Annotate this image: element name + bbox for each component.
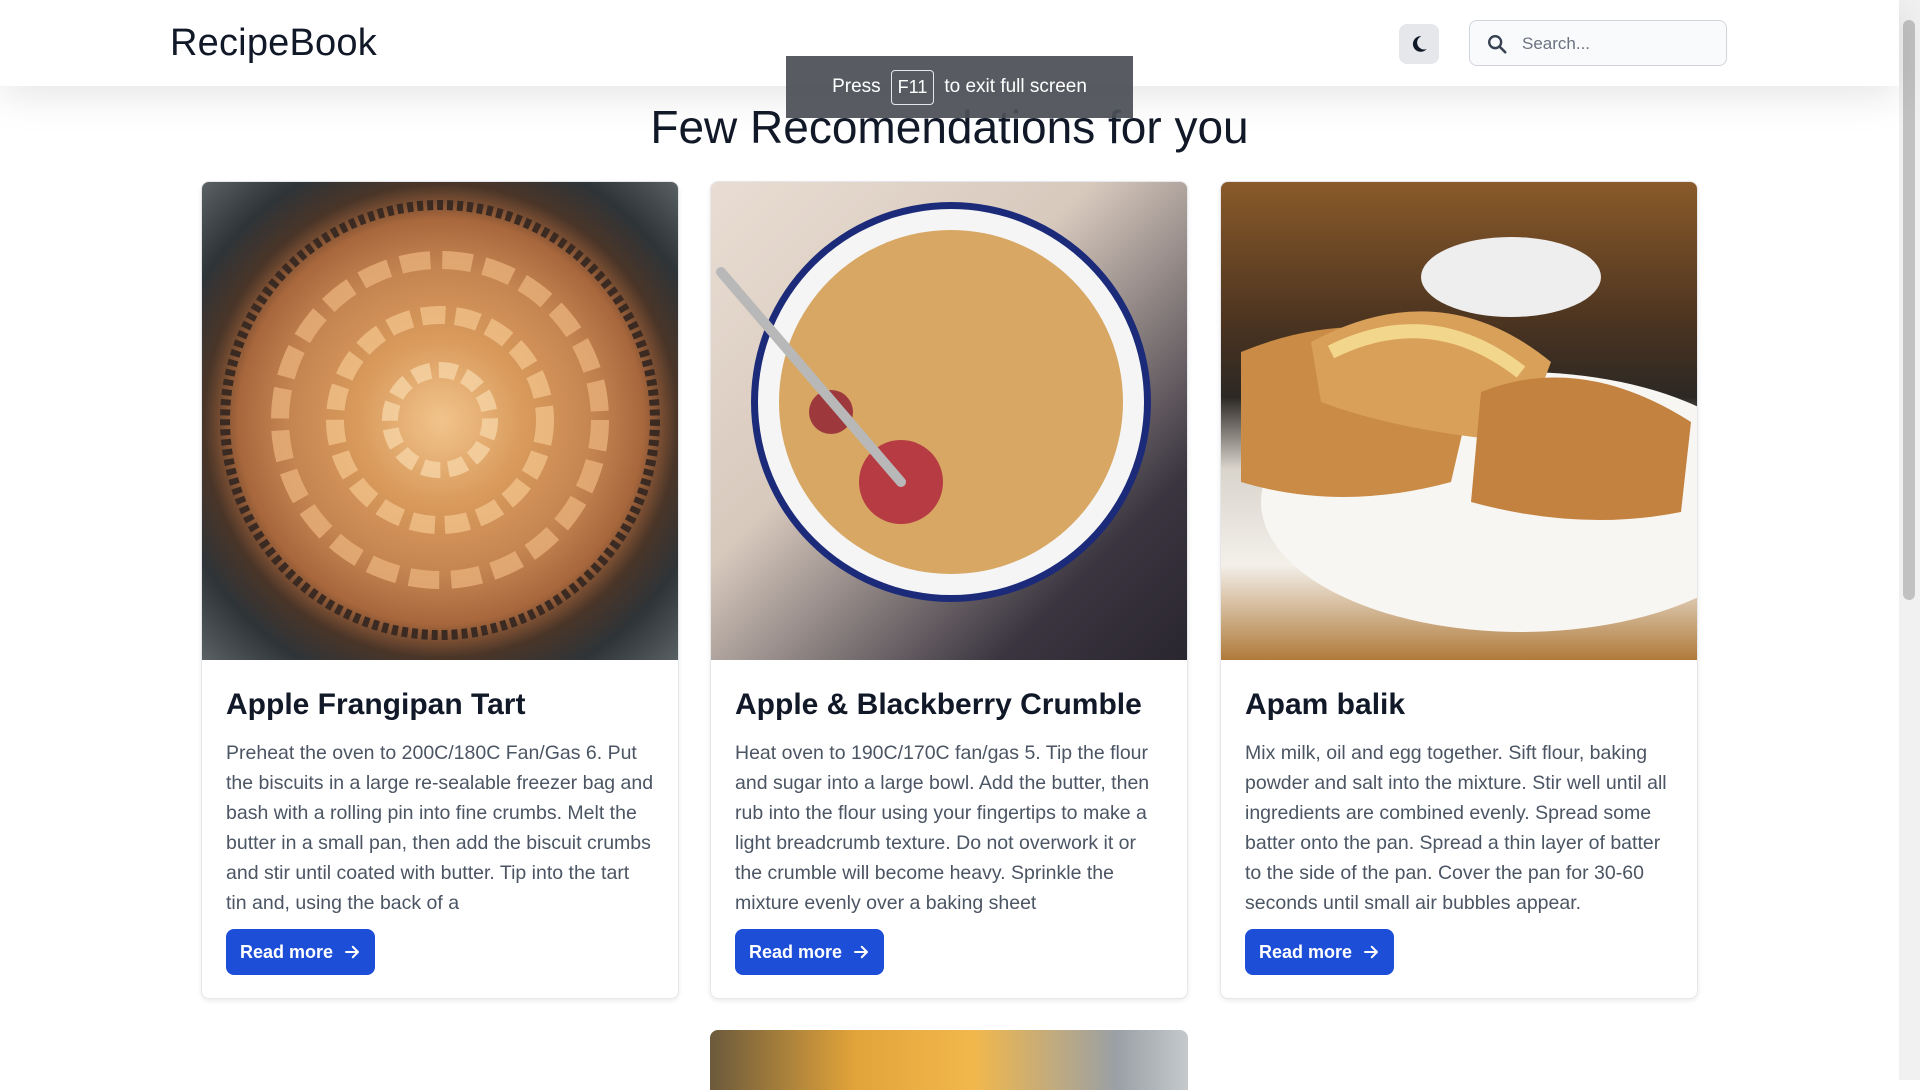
recipe-description: Preheat the oven to 200C/180C Fan/Gas 6.… [226, 742, 654, 914]
recipe-title: Apam balik [1245, 688, 1406, 721]
toast-key: F11 [890, 69, 935, 105]
read-more-button[interactable]: Read more [226, 929, 376, 975]
page-scrollbar[interactable] [1899, 0, 1920, 1080]
arrow-right-icon [854, 945, 869, 959]
recipe-description: Mix milk, oil and egg together. Sift flo… [1245, 742, 1667, 914]
recipe-card: Apam balik Mix milk, oil and egg togethe… [1220, 181, 1698, 999]
arrow-right-icon [345, 945, 360, 959]
recipe-image-tart[interactable] [202, 182, 678, 660]
fullscreen-toast: Press F11 to exit full screen [786, 56, 1133, 118]
search-icon [1488, 35, 1507, 54]
arrow-right-icon [1364, 945, 1379, 959]
recipe-title: Apple Frangipan Tart [226, 688, 526, 721]
recipe-card-partial[interactable] [710, 1030, 1188, 1090]
recipe-image-apam-balik[interactable] [1221, 182, 1697, 660]
recipe-card: Apple Frangipan Tart Preheat the oven to… [201, 181, 679, 999]
apam-illustration [1241, 237, 1697, 632]
recipe-description: Heat oven to 190C/170C fan/gas 5. Tip th… [735, 742, 1150, 914]
moon-icon [1412, 36, 1427, 52]
toast-text-after: to exit full screen [944, 76, 1087, 97]
search-input[interactable] [1520, 21, 1719, 67]
scrollbar-thumb[interactable] [1903, 20, 1915, 600]
theme-toggle-button[interactable] [1399, 24, 1439, 64]
read-more-label: Read more [749, 941, 843, 962]
crumble-illustration [716, 202, 1151, 602]
recipe-card: Apple & Blackberry Crumble Heat oven to … [710, 181, 1188, 999]
read-more-button[interactable]: Read more [735, 929, 885, 975]
read-more-label: Read more [1259, 941, 1353, 962]
read-more-label: Read more [240, 941, 334, 962]
tart-illustration [220, 200, 660, 640]
brand-logo[interactable]: RecipeBook [170, 22, 377, 65]
recipe-title: Apple & Blackberry Crumble [735, 688, 1142, 721]
search-box [1469, 20, 1727, 67]
read-more-button[interactable]: Read more [1245, 929, 1395, 975]
toast-text-before: Press [832, 76, 881, 97]
recipe-image-crumble[interactable] [711, 182, 1187, 660]
